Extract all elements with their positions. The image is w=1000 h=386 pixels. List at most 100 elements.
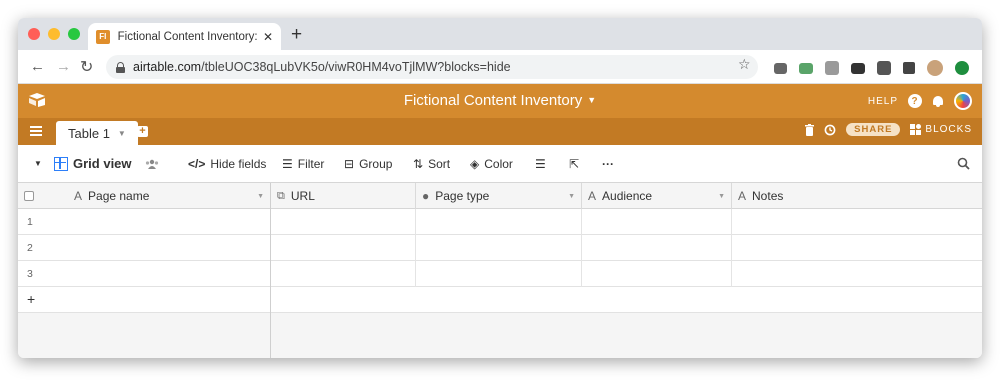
grid-view-icon	[54, 156, 68, 171]
filter-button[interactable]: ☰ Filter	[282, 157, 324, 171]
cell-url[interactable]	[271, 235, 416, 261]
bookmark-star-icon[interactable]: ☆	[738, 56, 751, 73]
cell-page-name[interactable]	[18, 235, 271, 261]
cell-audience[interactable]	[582, 235, 732, 261]
browser-tab[interactable]: FI Fictional Content Inventory: Tab ✕	[88, 23, 281, 50]
views-sidebar-toggle-icon[interactable]: ▼	[34, 159, 42, 168]
select-all-cell	[18, 183, 68, 209]
puzzle-icon[interactable]	[903, 62, 915, 74]
filter-label: Filter	[297, 157, 325, 171]
column-name: Page type	[435, 189, 490, 203]
sort-button[interactable]: ⇅ Sort	[413, 157, 450, 171]
hide-fields-icon: </>	[188, 157, 206, 171]
shield-icon[interactable]	[825, 61, 839, 75]
search-icon[interactable]	[957, 157, 970, 170]
chevron-down-icon[interactable]: ▼	[257, 193, 264, 200]
share-button[interactable]: SHARE	[846, 123, 901, 136]
notifications-bell-icon[interactable]	[932, 95, 944, 107]
column-header-page-name[interactable]: A Page name ▼	[68, 183, 271, 209]
history-icon[interactable]	[824, 124, 836, 136]
data-grid: A Page name ▼ ⧉ URL ● Page type ▼ A Audi…	[18, 183, 982, 358]
table-row[interactable]: 1	[18, 209, 982, 235]
chevron-down-icon[interactable]: ▼	[718, 193, 725, 200]
chevron-down-icon: ▼	[587, 95, 597, 105]
help-button[interactable]: HELP	[868, 96, 898, 107]
cell-url[interactable]	[271, 209, 416, 235]
column-header-audience[interactable]: A Audience ▼	[582, 183, 732, 209]
select-all-checkbox[interactable]	[24, 191, 34, 201]
window-controls	[28, 28, 80, 40]
close-window-button[interactable]	[28, 28, 40, 40]
new-tab-button[interactable]: +	[291, 24, 302, 46]
hide-fields-label: Hide fields	[210, 157, 267, 171]
column-name: URL	[290, 189, 315, 203]
cell-page-type[interactable]	[416, 261, 582, 287]
share-view-icon[interactable]: ⇱	[569, 157, 579, 171]
column-header-notes[interactable]: A Notes	[732, 183, 982, 209]
base-title-text: Fictional Content Inventory	[403, 92, 583, 109]
facebook-icon[interactable]	[877, 61, 891, 75]
row-height-icon[interactable]: ☰	[535, 157, 546, 171]
group-button[interactable]: ⊟ Group	[344, 157, 392, 171]
camera-icon[interactable]	[774, 62, 787, 74]
column-name: Audience	[602, 189, 653, 203]
table-row[interactable]: 3	[18, 261, 982, 287]
airtable-favicon-icon: FI	[96, 29, 110, 44]
color-button[interactable]: ◈ Color	[470, 157, 513, 171]
menu-hamburger-icon[interactable]	[30, 126, 42, 136]
base-title[interactable]: Fictional Content Inventory ▼	[18, 92, 982, 109]
chevron-down-icon[interactable]: ▼	[118, 129, 126, 138]
browser-tab-strip: FI Fictional Content Inventory: Tab ✕ +	[18, 18, 982, 50]
cell-page-name[interactable]	[18, 261, 271, 287]
user-avatar[interactable]	[954, 92, 972, 110]
tab-table-1[interactable]: Table 1 ▼	[56, 121, 138, 145]
frozen-column-divider[interactable]	[270, 183, 271, 358]
profile-avatar[interactable]	[927, 60, 943, 76]
cell-audience[interactable]	[582, 261, 732, 287]
mail-icon[interactable]	[799, 62, 813, 74]
column-name: Page name	[88, 189, 150, 203]
chevron-down-icon[interactable]: ▼	[568, 193, 575, 200]
view-switcher[interactable]: Grid view	[54, 156, 159, 171]
column-header-page-type[interactable]: ● Page type ▼	[416, 183, 582, 209]
cell-page-name[interactable]	[18, 209, 271, 235]
filter-icon: ☰	[282, 157, 293, 171]
update-icon[interactable]	[955, 61, 969, 75]
browser-tab-title: Fictional Content Inventory: Tab	[117, 30, 259, 43]
group-label: Group	[359, 157, 393, 171]
url-path: /tbleUOC38qLubVK5o/viwR0HM4voTjlMW?block…	[201, 60, 511, 74]
forward-arrow-icon[interactable]: →	[56, 58, 71, 75]
blocks-label: BLOCKS	[925, 124, 972, 135]
table-row[interactable]: 2	[18, 235, 982, 261]
cell-url[interactable]	[271, 261, 416, 287]
back-arrow-icon[interactable]: ←	[30, 58, 45, 75]
text-field-icon: A	[74, 189, 83, 203]
maximize-window-button[interactable]	[68, 28, 80, 40]
more-icon[interactable]	[851, 62, 865, 74]
more-options-icon[interactable]: ···	[602, 157, 614, 171]
trash-icon[interactable]	[805, 123, 815, 136]
help-icon[interactable]: ?	[908, 94, 922, 108]
header-actions: HELP ?	[868, 92, 972, 110]
add-table-button[interactable]: +	[137, 126, 148, 137]
cell-page-type[interactable]	[416, 235, 582, 261]
extensions-area	[774, 60, 969, 76]
text-field-icon: A	[738, 189, 747, 203]
collaborators-icon[interactable]	[145, 159, 159, 169]
hide-fields-button[interactable]: </> Hide fields	[188, 157, 266, 171]
url-host: airtable.com	[133, 60, 202, 74]
text-field-icon: A	[588, 189, 597, 203]
reload-icon[interactable]: ↻	[80, 57, 93, 77]
close-tab-icon[interactable]: ✕	[263, 30, 273, 44]
minimize-window-button[interactable]	[48, 28, 60, 40]
view-name: Grid view	[73, 156, 132, 171]
group-icon: ⊟	[344, 157, 355, 171]
view-toolbar: ▼ Grid view </> Hide fields ☰ Filter ⊟ G…	[18, 145, 982, 183]
cell-audience[interactable]	[582, 209, 732, 235]
add-row-button[interactable]: +	[18, 287, 982, 313]
column-header-url[interactable]: ⧉ URL	[271, 183, 416, 209]
add-row-cell[interactable]	[18, 287, 271, 313]
blocks-button[interactable]: BLOCKS	[910, 124, 972, 135]
cell-page-type[interactable]	[416, 209, 582, 235]
address-bar[interactable]: airtable.com/tbleUOC38qLubVK5o/viwR0HM4v…	[106, 55, 758, 79]
